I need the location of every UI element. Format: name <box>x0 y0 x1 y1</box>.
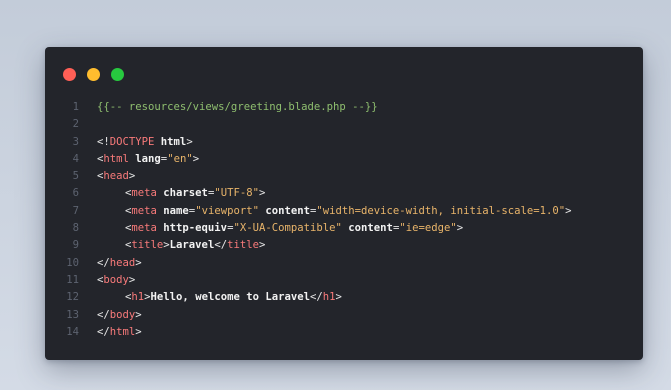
code-line: 2 <box>45 116 643 133</box>
line-source: </head> <box>97 255 142 272</box>
code-token: "ie=edge" <box>399 222 457 235</box>
code-token: > <box>192 152 200 165</box>
code-token: "en" <box>167 152 193 165</box>
line-number: 10 <box>66 256 79 269</box>
code-token: "UTF-8" <box>214 187 259 200</box>
close-dot-icon[interactable] <box>63 68 76 81</box>
code-token: > <box>258 187 266 200</box>
code-token: meta <box>131 222 157 235</box>
code-token: > <box>135 256 142 269</box>
code-token: content <box>341 222 393 235</box>
code-token: "viewport" <box>195 204 259 217</box>
code-token: Laravel <box>169 239 215 252</box>
code-token: </ <box>310 291 323 304</box>
code-token: </ <box>97 308 110 321</box>
code-token: > <box>186 135 193 148</box>
line-number: 9 <box>72 239 79 252</box>
code-line: 5 <head> <box>45 168 643 185</box>
code-window: 1 {{-- resources/views/greeting.blade.php… <box>45 47 643 360</box>
code-line: 12 <h1>Hello, welcome to Laravel</h1> <box>45 289 643 306</box>
code-line: 6 <meta charset="UTF-8"> <box>45 185 643 202</box>
code-token: html <box>154 135 187 148</box>
code-token: </ <box>214 239 228 252</box>
window-controls <box>63 68 135 82</box>
line-source: <html lang="en"> <box>97 151 199 168</box>
code-line: 14 </html> <box>45 324 643 341</box>
line-number: 1 <box>72 101 79 113</box>
code-token: Hello, welcome to Laravel <box>150 291 310 304</box>
line-number: 2 <box>72 118 79 131</box>
line-source: <body> <box>97 272 135 289</box>
line-number: 3 <box>72 135 79 148</box>
code-line: 13 </body> <box>45 307 643 324</box>
code-token: DOCTYPE <box>109 135 155 148</box>
code-token: body <box>103 273 129 286</box>
line-number: 6 <box>72 187 79 200</box>
code-token: meta <box>131 187 157 200</box>
code-token: h1 <box>131 291 145 304</box>
code-line: 10 </head> <box>45 255 643 272</box>
code-token: html <box>103 152 129 165</box>
line-source: <meta http-equiv="X-UA-Compatible" conte… <box>97 220 463 237</box>
line-number: 4 <box>72 152 79 165</box>
code-token: > <box>565 204 572 217</box>
code-token: > <box>128 273 136 286</box>
code-token: content <box>258 204 310 217</box>
code-token: "X-UA-Compatible" <box>233 222 342 235</box>
code-token: charset <box>156 187 208 200</box>
line-number: 5 <box>72 170 79 183</box>
code-line: 1 {{-- resources/views/greeting.blade.php… <box>45 99 643 116</box>
code-token: <! <box>97 135 110 148</box>
code-line: 8 <meta http-equiv="X-UA-Compatible" cont… <box>45 220 643 237</box>
code-token: http-equiv <box>156 222 228 235</box>
line-number: 8 <box>72 222 79 235</box>
code-token: name <box>156 204 189 217</box>
code-token: > <box>135 325 142 338</box>
code-token: body <box>109 308 136 321</box>
code-token: meta <box>131 204 157 217</box>
line-number: 12 <box>66 291 79 304</box>
line-number: 11 <box>66 273 79 286</box>
code-token: html <box>109 325 136 338</box>
code-token: </ <box>97 256 110 269</box>
line-number: 14 <box>66 325 79 338</box>
line-number: 13 <box>66 308 79 321</box>
code-line: 11 <body> <box>45 272 643 289</box>
code-token: title <box>227 239 259 252</box>
line-number: 7 <box>72 204 79 217</box>
line-source: <head> <box>97 168 135 185</box>
code-token: > <box>128 170 136 183</box>
line-source: <!DOCTYPE html> <box>97 134 193 151</box>
code-line: 9 <title>Laravel</title> <box>45 237 643 254</box>
code-block: 1 {{-- resources/views/greeting.blade.php… <box>45 99 643 341</box>
code-token: head <box>103 170 129 183</box>
code-token: "width=device-width, initial-scale=1.0" <box>316 204 566 217</box>
minimize-dot-icon[interactable] <box>87 68 100 81</box>
line-source: <h1>Hello, welcome to Laravel</h1> <box>97 289 342 306</box>
code-token: > <box>456 222 464 235</box>
code-line: 7 <meta name="viewport" content="width=de… <box>45 203 643 220</box>
code-token: title <box>131 239 164 252</box>
code-token: h1 <box>322 291 336 304</box>
line-source: <title>Laravel</title> <box>97 237 265 254</box>
code-line: 3 <!DOCTYPE html> <box>45 134 643 151</box>
maximize-dot-icon[interactable] <box>111 68 124 81</box>
line-source: </html> <box>97 324 142 341</box>
line-source: <meta charset="UTF-8"> <box>97 185 265 202</box>
code-token: head <box>109 256 136 269</box>
page-background: { "window": { "controls": [ {"name": "cl… <box>0 0 671 390</box>
line-source: <meta name="viewport" content="width=dev… <box>97 203 572 220</box>
code-line: 4 <html lang="en"> <box>45 151 643 168</box>
code-token: > <box>335 291 342 304</box>
code-token: > <box>135 308 142 321</box>
code-token: {{-- resources/views/greeting.blade.php … <box>97 101 378 113</box>
code-token: lang <box>128 152 161 165</box>
line-source: {{-- resources/views/greeting.blade.php … <box>97 99 378 116</box>
line-source: </body> <box>97 307 142 324</box>
code-token: > <box>258 239 266 252</box>
code-token: </ <box>97 325 110 338</box>
